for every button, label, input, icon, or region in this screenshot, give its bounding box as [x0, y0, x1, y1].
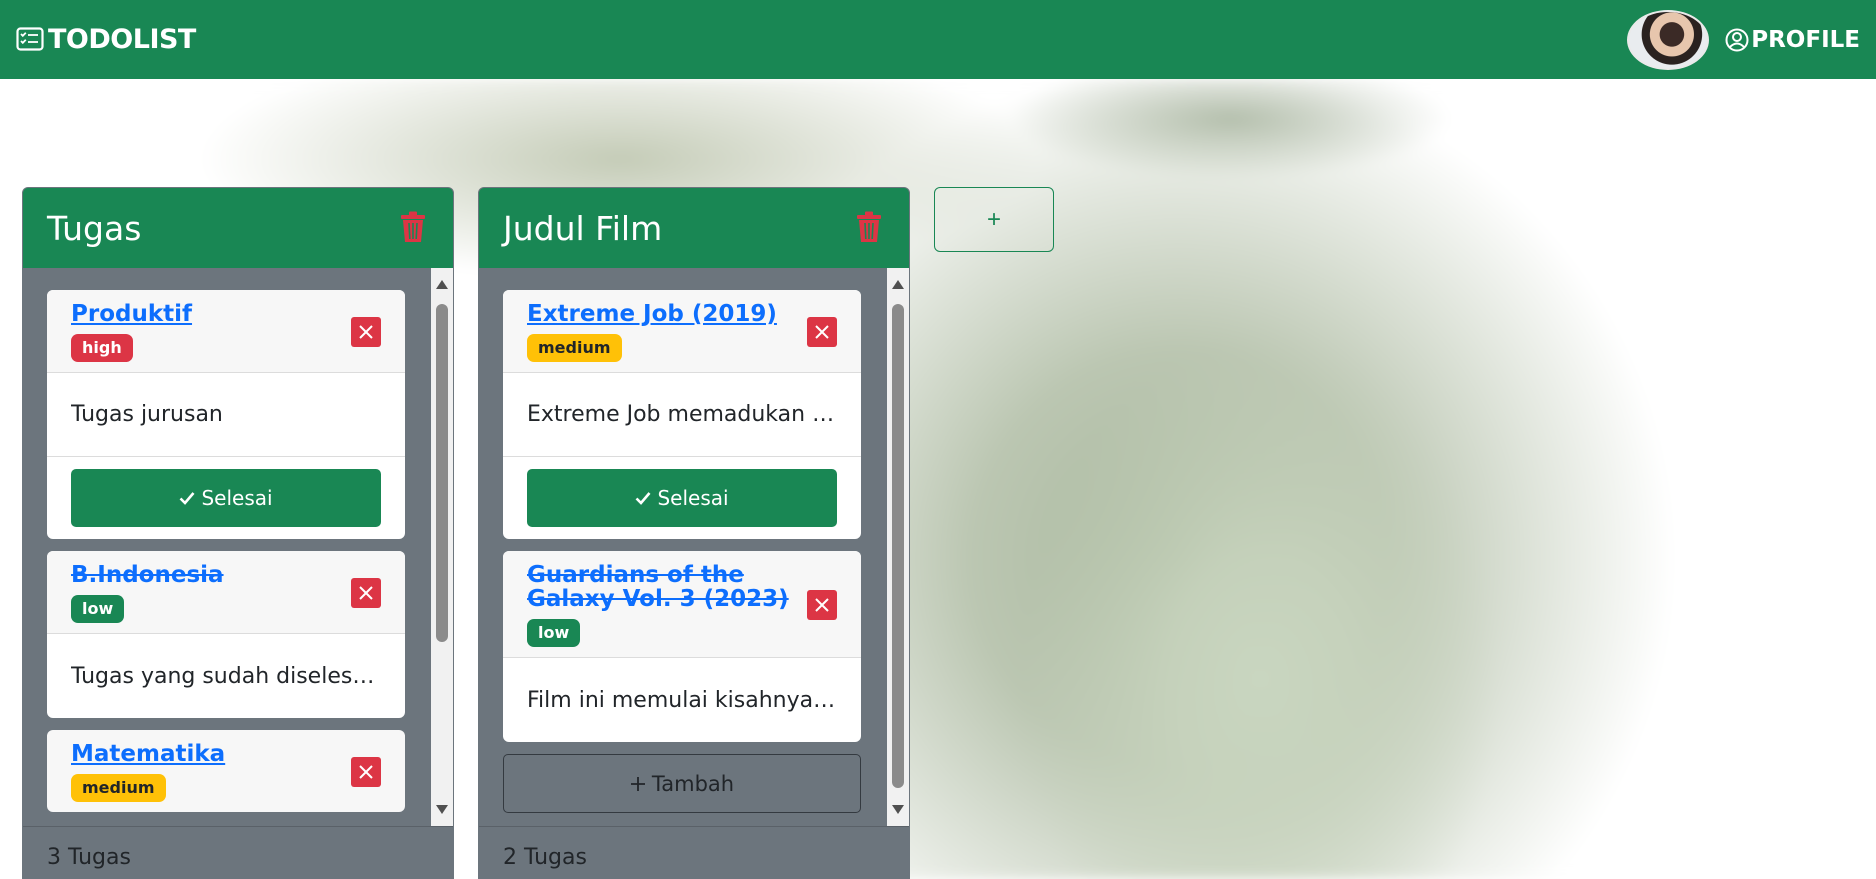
delete-task-button[interactable]	[807, 590, 837, 620]
column-title: Tugas	[47, 208, 142, 248]
scroll-up-arrow-icon[interactable]	[892, 280, 904, 289]
column-tugas: Tugas Produktif high Tugas jurusan Seles…	[22, 187, 454, 879]
check-icon	[636, 492, 651, 505]
scroll-down-arrow-icon[interactable]	[436, 805, 448, 814]
task-description: Tugas jurusan	[47, 373, 405, 457]
delete-task-button[interactable]	[351, 317, 381, 347]
add-column-button[interactable]: +	[934, 187, 1054, 252]
brand[interactable]: TODOLIST	[16, 24, 196, 55]
delete-task-button[interactable]	[351, 578, 381, 608]
navbar: TODOLIST PROFILE	[0, 0, 1876, 79]
task-title[interactable]: Extreme Job (2019)	[527, 302, 777, 326]
task-card: Matematika medium	[47, 730, 405, 812]
column-judul-film: Judul Film Extreme Job (2019) medium Ext…	[478, 187, 910, 879]
task-title[interactable]: Guardians of the Galaxy Vol. 3 (2023)	[527, 563, 807, 611]
scroll-thumb[interactable]	[436, 304, 448, 642]
scroll-down-arrow-icon[interactable]	[892, 805, 904, 814]
priority-badge: high	[71, 334, 133, 362]
priority-badge: low	[527, 619, 581, 647]
task-title[interactable]: B.Indonesia	[71, 563, 224, 587]
priority-badge: medium	[527, 334, 622, 362]
scrollbar[interactable]	[431, 268, 453, 826]
column-header: Tugas	[23, 188, 453, 268]
task-title[interactable]: Matematika	[71, 742, 225, 766]
task-card: Produktif high Tugas jurusan Selesai	[47, 290, 405, 539]
scrollbar[interactable]	[887, 268, 909, 826]
profile-label: PROFILE	[1751, 26, 1860, 53]
priority-badge: low	[71, 595, 125, 623]
task-card: Extreme Job (2019) medium Extreme Job me…	[503, 290, 861, 539]
task-description: Tugas yang sudah diselesaikan	[71, 663, 377, 689]
close-icon	[359, 765, 373, 779]
add-task-button[interactable]: Tambah	[503, 754, 861, 813]
column-body: Extreme Job (2019) medium Extreme Job me…	[479, 268, 909, 826]
scroll-thumb[interactable]	[892, 304, 904, 788]
done-button[interactable]: Selesai	[527, 469, 837, 527]
column-title: Judul Film	[503, 208, 663, 248]
delete-task-button[interactable]	[351, 757, 381, 787]
column-body: Produktif high Tugas jurusan Selesai B.I…	[23, 268, 453, 826]
priority-badge: medium	[71, 774, 166, 802]
person-circle-icon	[1725, 28, 1749, 52]
close-icon	[815, 598, 829, 612]
task-description: Film ini memulai kisahnya ...	[527, 687, 837, 713]
scroll-up-arrow-icon[interactable]	[436, 280, 448, 289]
check-icon	[180, 492, 195, 505]
column-footer-count: 2 Tugas	[479, 826, 909, 878]
trash-icon[interactable]	[855, 211, 885, 245]
task-card: B.Indonesia low Tugas yang sudah diseles…	[47, 551, 405, 718]
task-title[interactable]: Produktif	[71, 302, 192, 326]
close-icon	[359, 586, 373, 600]
profile-link[interactable]: PROFILE	[1725, 27, 1860, 53]
brand-title: TODOLIST	[48, 24, 196, 55]
task-description: Extreme Job memadukan e...	[503, 373, 861, 457]
delete-task-button[interactable]	[807, 317, 837, 347]
done-button[interactable]: Selesai	[71, 469, 381, 527]
plus-icon	[630, 776, 645, 791]
avatar[interactable]	[1627, 9, 1710, 70]
close-icon	[359, 325, 373, 339]
column-header: Judul Film	[479, 188, 909, 268]
task-card: Guardians of the Galaxy Vol. 3 (2023) lo…	[503, 551, 861, 742]
close-icon	[815, 325, 829, 339]
column-footer-count: 3 Tugas	[23, 826, 453, 878]
checklist-icon	[16, 26, 46, 53]
trash-icon[interactable]	[399, 211, 429, 245]
